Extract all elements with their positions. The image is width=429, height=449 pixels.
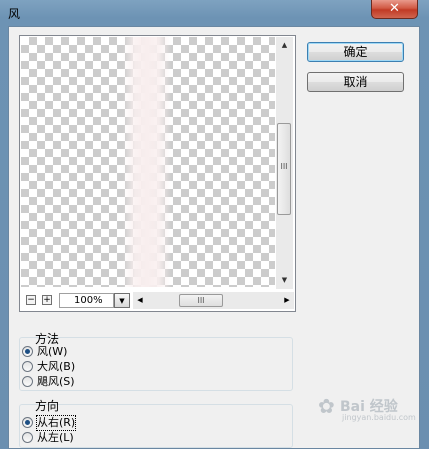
dialog-window: 风 ✕ ▲ III ▼ − + 100% ▼ ◀ III ▶ 确定 取消 方法 … [0,0,429,449]
close-icon: ✕ [389,1,400,16]
radio-selected-icon[interactable] [22,417,33,428]
preview-vertical-scrollbar[interactable]: ▲ III ▼ [276,37,293,289]
direction-option-label: 从左(L) [37,431,74,444]
scroll-left-icon[interactable]: ◀ [133,292,147,309]
direction-option-label: 从右(R) [35,415,77,431]
radio-selected-icon[interactable] [22,346,33,357]
dialog-body: ▲ III ▼ − + 100% ▼ ◀ III ▶ 确定 取消 方法 风(W)… [8,26,420,449]
method-option-label: 大风(B) [37,360,76,373]
watermark-sub: jingyan.baidu.com [342,413,416,422]
zoom-in-button[interactable]: + [42,295,52,305]
watermark: ✿ Bai 经验 jingyan.baidu.com [318,392,416,422]
method-option-label: 飓风(S) [37,375,75,388]
horizontal-scroll-thumb[interactable]: III [179,294,223,307]
title-bar[interactable]: 风 ✕ [0,0,429,26]
radio-icon[interactable] [22,376,33,387]
direction-group-title: 方向 [35,399,60,413]
zoom-level-field[interactable]: 100% [59,293,114,308]
cancel-button[interactable]: 取消 [307,72,404,92]
preview-zoom-bar: − + 100% ▼ ◀ III ▶ [21,292,294,310]
scroll-right-icon[interactable]: ▶ [280,292,294,309]
preview-horizontal-scrollbar[interactable]: ◀ III ▶ [133,292,294,309]
scroll-down-icon[interactable]: ▼ [276,272,293,289]
paw-icon: ✿ [318,394,335,418]
zoom-out-button[interactable]: − [26,295,36,305]
ok-button[interactable]: 确定 [307,42,404,62]
method-option-label: 风(W) [37,345,68,358]
scroll-up-icon[interactable]: ▲ [276,37,293,54]
preview-panel: ▲ III ▼ − + 100% ▼ ◀ III ▶ [19,35,296,312]
radio-icon[interactable] [22,361,33,372]
zoom-dropdown-button[interactable]: ▼ [114,293,130,308]
vertical-scroll-thumb[interactable]: III [277,123,291,215]
thumb-grip-icon: III [280,162,288,171]
preview-image[interactable] [21,37,275,287]
window-title: 风 [8,7,21,21]
close-button[interactable]: ✕ [371,0,418,19]
wind-effect-streak [123,37,171,287]
radio-icon[interactable] [22,432,33,443]
